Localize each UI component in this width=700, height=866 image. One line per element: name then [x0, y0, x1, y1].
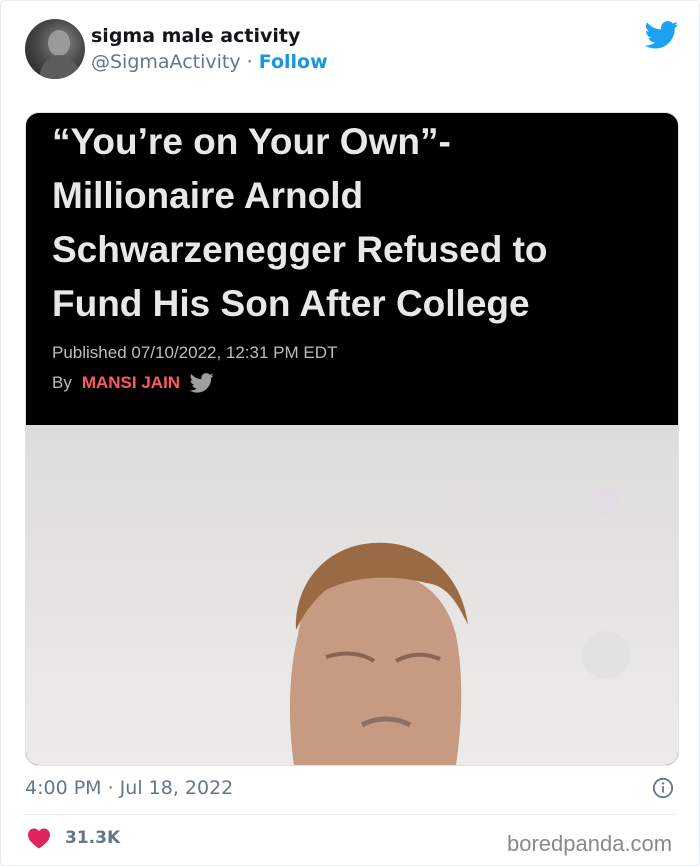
headline-line: “You’re on Your Own”-	[52, 121, 451, 162]
author-name[interactable]: sigma male activity	[91, 25, 300, 47]
headline-line: Schwarzenegger Refused to	[52, 229, 548, 270]
portrait-figure	[289, 486, 630, 765]
like-action[interactable]: 31.3K	[27, 827, 120, 849]
like-count: 31.3K	[65, 828, 121, 848]
article-headline: “You’re on Your Own”- Millionaire Arnold…	[52, 115, 652, 331]
byline: By MANSI JAIN	[52, 373, 214, 393]
published-date: Published 07/10/2022, 12:31 PM EDT	[52, 343, 338, 362]
tweet-timestamp[interactable]: 4:00 PM · Jul 18, 2022	[25, 777, 233, 799]
heart-icon[interactable]	[27, 827, 51, 849]
avatar[interactable]	[25, 19, 85, 79]
twitter-bird-icon[interactable]	[645, 21, 679, 49]
headline-line: Fund His Son After College	[52, 283, 530, 324]
follow-link[interactable]: Follow	[259, 51, 328, 73]
author-handle-row: @SigmaActivity · Follow	[91, 51, 328, 73]
headline-line: Millionaire Arnold	[52, 175, 364, 216]
info-icon[interactable]	[652, 777, 674, 799]
by-label: By	[52, 373, 72, 392]
embedded-image[interactable]: “You’re on Your Own”- Millionaire Arnold…	[25, 112, 679, 766]
article-author: MANSI JAIN	[81, 373, 181, 392]
separator: ·	[246, 51, 253, 73]
watermark: boredpanda.com	[507, 831, 673, 856]
author-handle[interactable]: @SigmaActivity	[91, 51, 241, 73]
tweet-card: sigma male activity @SigmaActivity · Fol…	[0, 0, 700, 866]
divider	[25, 814, 677, 815]
twitter-bird-icon	[190, 373, 214, 393]
avatar-portrait	[39, 30, 81, 79]
article-photo	[26, 425, 678, 765]
